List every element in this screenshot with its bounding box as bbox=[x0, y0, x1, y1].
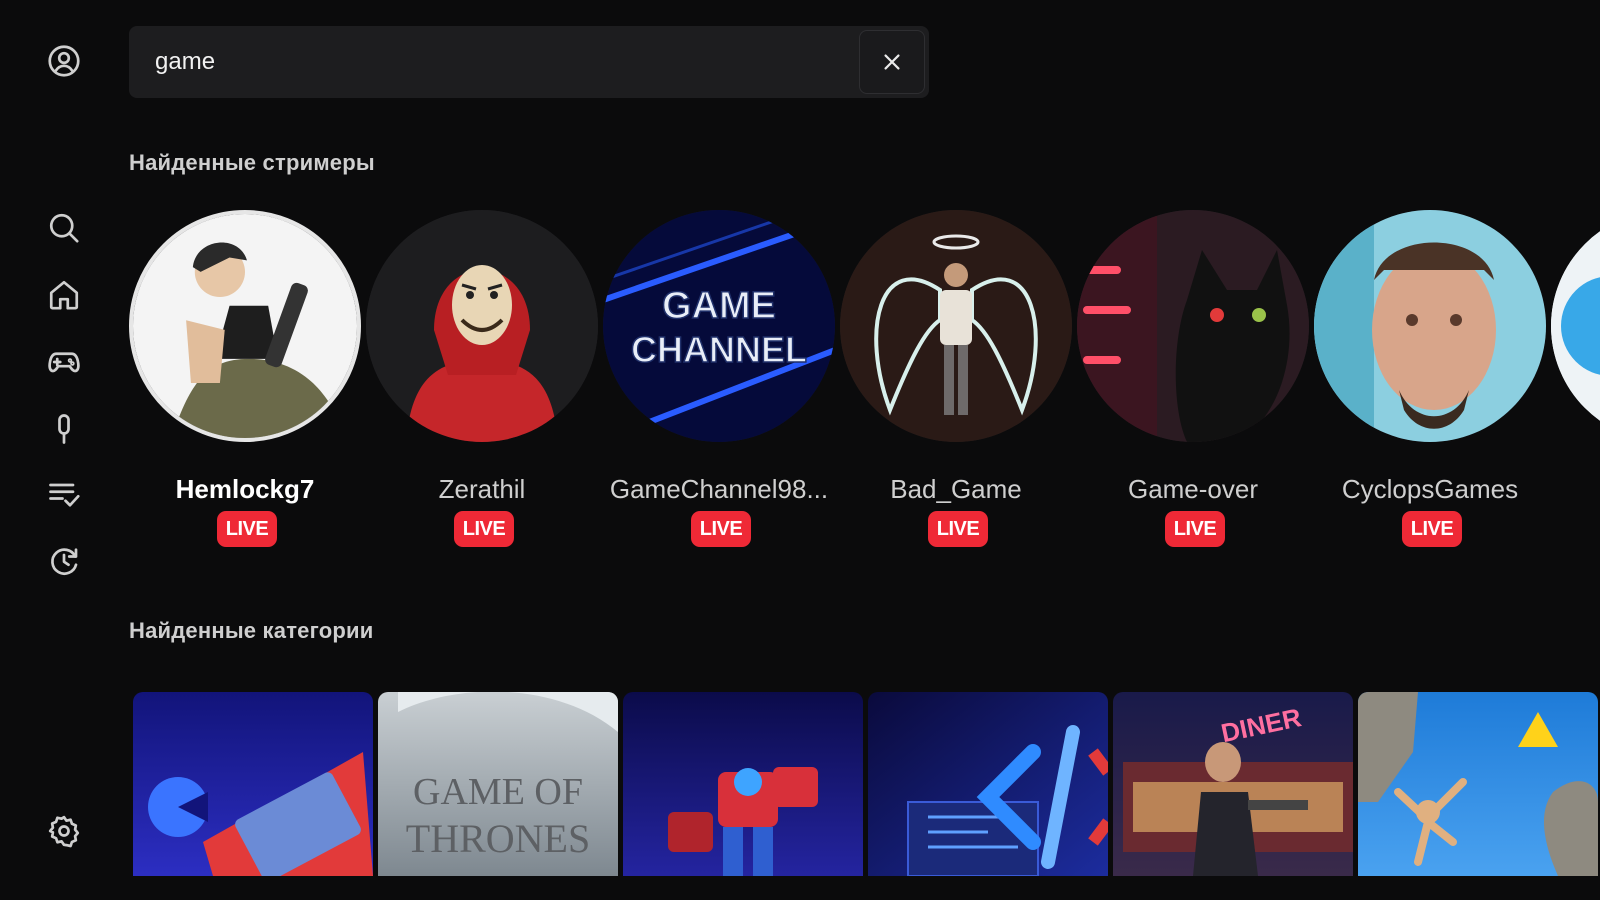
podcasts-nav-button[interactable] bbox=[44, 409, 84, 449]
streamer-name: Game-over bbox=[1127, 474, 1259, 504]
history-icon bbox=[51, 548, 78, 575]
streamer-card[interactable]: CyclopsGames LIVE bbox=[1314, 210, 1550, 550]
games-nav-button[interactable] bbox=[44, 342, 84, 382]
live-badge: LIVE bbox=[1402, 511, 1462, 547]
avatar: GAME CHANNEL bbox=[603, 210, 835, 442]
category-card[interactable] bbox=[868, 692, 1108, 876]
avatar bbox=[840, 210, 1072, 442]
streamer-card[interactable] bbox=[1551, 210, 1600, 550]
streamers-section-title: Найденные стримеры bbox=[129, 150, 375, 175]
category-logo-text: THRONES bbox=[406, 816, 590, 861]
live-badge: LIVE bbox=[1165, 511, 1225, 547]
search-input[interactable] bbox=[129, 26, 859, 98]
avatar bbox=[1551, 210, 1600, 442]
streamer-name: Hemlockg7 bbox=[175, 474, 315, 504]
streamer-card[interactable]: Bad_Game LIVE bbox=[840, 210, 1076, 550]
sidebar bbox=[0, 0, 128, 900]
streamer-name: Zerathil bbox=[438, 474, 526, 504]
avatar bbox=[1077, 210, 1309, 442]
category-logo-text: GAME OF bbox=[413, 771, 583, 813]
search-icon bbox=[49, 213, 79, 243]
user-circle-icon bbox=[48, 45, 80, 77]
history-nav-button[interactable] bbox=[44, 541, 84, 581]
streamers-list: Hemlockg7 LIVE Zerathil LIVE GAME CHANNE… bbox=[129, 210, 1600, 560]
gear-icon bbox=[48, 815, 80, 848]
streamer-card[interactable]: Zerathil LIVE bbox=[366, 210, 602, 550]
settings-nav-button[interactable] bbox=[44, 811, 84, 851]
avatar bbox=[1314, 210, 1546, 442]
live-badge: LIVE bbox=[217, 511, 277, 547]
live-badge: LIVE bbox=[454, 511, 514, 547]
streamer-name: Bad_Game bbox=[890, 474, 1022, 504]
profile-button[interactable] bbox=[44, 41, 84, 81]
home-nav-button[interactable] bbox=[44, 275, 84, 315]
playlist-check-icon bbox=[49, 483, 80, 507]
streamer-name: CyclopsGames bbox=[1341, 474, 1519, 504]
microphone-icon bbox=[58, 414, 70, 444]
close-icon bbox=[884, 54, 900, 70]
streamer-name: GameChannel98... bbox=[609, 474, 829, 504]
streamer-card[interactable]: Hemlockg7 LIVE bbox=[129, 210, 365, 550]
subscriptions-nav-button[interactable] bbox=[44, 474, 84, 514]
home-icon bbox=[49, 280, 79, 310]
category-card[interactable] bbox=[133, 692, 373, 876]
avatar bbox=[366, 210, 598, 442]
streamer-card[interactable]: GAME CHANNEL GameChannel98... LIVE bbox=[603, 210, 839, 550]
avatar-text: CHANNEL bbox=[631, 329, 807, 370]
category-card[interactable]: DINER bbox=[1113, 692, 1353, 876]
clear-search-button[interactable] bbox=[859, 30, 925, 94]
avatar-text: GAME bbox=[662, 285, 776, 327]
live-badge: LIVE bbox=[928, 511, 988, 547]
category-card[interactable] bbox=[1358, 692, 1598, 876]
live-badge: LIVE bbox=[691, 511, 751, 547]
category-card[interactable] bbox=[623, 692, 863, 876]
categories-section-title: Найденные категории bbox=[129, 618, 374, 643]
gamepad-icon bbox=[48, 352, 80, 373]
category-card[interactable]: GAME OF THRONES bbox=[378, 692, 618, 876]
search-nav-button[interactable] bbox=[44, 208, 84, 248]
avatar bbox=[129, 210, 361, 442]
streamer-card[interactable]: Game-over LIVE bbox=[1077, 210, 1313, 550]
search-bar bbox=[129, 26, 929, 98]
categories-list: GAME OF THRONES DINER bbox=[133, 692, 1600, 876]
